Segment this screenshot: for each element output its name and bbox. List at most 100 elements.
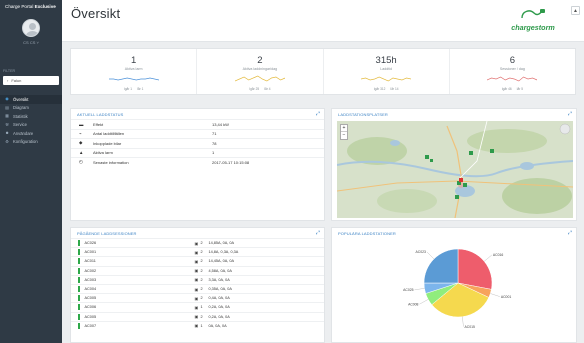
status-indicator [78, 286, 80, 293]
panel-title: LADDSTATIONSPLATSER [338, 111, 388, 117]
session-row[interactable]: AC002 ▣ 2 4,58A, 0A, 0A [71, 265, 324, 275]
pie-slice-ac016[interactable] [457, 248, 493, 290]
sidebar-item-konfiguration[interactable]: ⚙ Konfiguration [0, 138, 62, 147]
pie-label-connector [419, 299, 429, 305]
session-current: 0,35A, 0A, 0A [208, 287, 232, 292]
panel-title: AKTUELL LADDSTATUS [77, 111, 124, 117]
sidebar-item-label: Diagram [13, 105, 29, 111]
stat-footer: Igår 46 Iår 5 [450, 87, 575, 91]
wrench-icon: ⚒ [5, 121, 9, 127]
station-map[interactable]: + − [337, 121, 573, 218]
pie-label: AC023 [416, 250, 426, 254]
expand-icon[interactable]: ⤢ [568, 111, 572, 117]
status-row: ⌁ Antal laddtillfällen 71 [71, 128, 324, 139]
session-station: AC011 [84, 259, 96, 264]
sparkline [487, 76, 538, 82]
sidebar: Charge Portal Exclusive CS CS ˅ Filter ›… [0, 0, 62, 343]
sparkline [234, 75, 285, 82]
session-station: AC003 [84, 277, 97, 282]
session-current: 14,8A, 0,3A, 0,3A [208, 250, 239, 255]
status-indicator [78, 258, 80, 265]
sidebar-item-label: Statistik [13, 113, 28, 119]
filter-select[interactable]: › Falun [3, 76, 59, 85]
pie-label-connector [484, 254, 492, 262]
sidebar-item-label: Användare [13, 130, 34, 136]
status-label: Inkopplade bilar [93, 140, 122, 146]
stat-footer: Igår 1 Iår 1 [71, 87, 196, 91]
stat-yesterday: Igår 312 [373, 87, 386, 91]
stat-label: Laddtid [380, 67, 393, 71]
status-value: 2017-05-17 10:15:08 [212, 159, 250, 165]
username-dropdown[interactable]: CS CS ˅ [0, 40, 62, 45]
session-current: 14,85A, 0A, 0A [208, 241, 235, 246]
clock-icon: ◴ [79, 159, 83, 165]
pie-label: AC016 [493, 253, 503, 257]
sidebar-item-label: Översikt [13, 96, 29, 102]
session-connectors: 2 [200, 268, 203, 273]
session-station: AC001 [84, 250, 97, 255]
chevron-right-icon: › [7, 78, 9, 83]
status-indicator [78, 267, 80, 274]
sidebar-item-diagram[interactable]: ▤ Diagram [0, 104, 62, 113]
expand-icon[interactable]: ⤢ [316, 111, 320, 117]
status-indicator [78, 322, 80, 329]
session-row[interactable]: AC004 ▣ 2 0,35A, 0A, 0A [71, 283, 324, 293]
session-row[interactable]: AC001 ▣ 2 14,8A, 0,3A, 0,3A [71, 247, 324, 256]
sidebar-item-versikt[interactable]: ◉ Översikt [0, 95, 62, 104]
status-value: 71 [212, 131, 217, 137]
sparkline [108, 77, 159, 81]
stat-value: 2 [257, 55, 263, 66]
pie-label: AC001 [501, 295, 511, 299]
session-row[interactable]: AC007 ▣ 1 0A, 0A, 0A [71, 320, 324, 330]
page-title: Översikt [71, 6, 121, 21]
status-value: 78 [212, 140, 217, 146]
session-row[interactable]: AC026 ▣ 2 14,85A, 0A, 0A [71, 238, 324, 247]
table-icon: ▦ [5, 113, 9, 119]
expand-icon[interactable]: ⤢ [568, 230, 572, 236]
expand-icon[interactable]: ⤢ [316, 230, 320, 236]
session-connectors: 2 [200, 277, 203, 282]
session-row[interactable]: AC005 ▣ 2 0,4A, 0A, 0A [71, 293, 324, 302]
status-value: 1 [212, 150, 215, 156]
panel-title: POPULÄRA LADDSTATIONER [338, 230, 396, 236]
session-current: 0,2A, 0A, 0A [208, 314, 230, 319]
session-current: 0A, 0A, 0A [208, 323, 227, 328]
charging-status-panel: AKTUELL LADDSTATUS ⤢ ▬ Effekt 13,44 kW ⌁ Ant… [70, 108, 325, 221]
session-station: AC005 [84, 296, 97, 301]
sidebar-item-anvndare[interactable]: ☻ Användare [0, 129, 62, 138]
popular-stations-pie-chart: AC016 AC001 AC015 AC008 AC025 AC023 [403, 248, 511, 329]
sidebar-item-statistik[interactable]: ▦ Statistik [0, 112, 62, 121]
stat-year: Iår 14 [390, 87, 399, 91]
session-row[interactable]: AC011 ▣ 2 14,45A, 0A, 0A [71, 256, 324, 265]
station-map-panel: LADDSTATIONSPLATSER ⤢ + − [331, 108, 577, 221]
session-connectors: 1 [200, 305, 203, 310]
stat-value: 315h [375, 55, 397, 66]
avatar[interactable] [22, 19, 40, 37]
pie-label-connector [490, 293, 500, 297]
pie-label: AC025 [403, 288, 413, 292]
users-icon: ☻ [5, 130, 10, 136]
map-zoom-control: + − [340, 124, 348, 140]
sidebar-item-service[interactable]: ⚒ Service [0, 121, 62, 130]
session-row[interactable]: AC006 ▣ 1 0,2A, 0A, 0A [71, 302, 324, 311]
gear-icon: ⚙ [5, 138, 9, 144]
zoom-in-button[interactable]: + [341, 125, 347, 132]
session-station: AC006 [84, 305, 97, 310]
stat-year: Iår 1 [137, 87, 144, 91]
stat-label: Aktiva larm [124, 67, 143, 71]
user-menu-button[interactable]: ▲ [571, 6, 580, 15]
pie-label-connector [426, 251, 435, 260]
sparkline [361, 76, 412, 82]
chargestorm-logo: chargestorm [510, 8, 556, 32]
logo-plug-icon [521, 9, 545, 19]
header: Översikt chargestorm ▲ [62, 0, 584, 42]
car-icon: ◆ [79, 140, 83, 146]
session-row[interactable]: AC005 ▣ 2 0,2A, 0A, 0A [71, 311, 324, 321]
stat-label: Sessioner / dag [499, 67, 525, 71]
eye-icon: ◉ [5, 96, 9, 102]
session-row[interactable]: AC003 ▣ 2 3,3A, 0A, 0A [71, 274, 324, 284]
session-station: AC005 [84, 314, 97, 319]
zoom-out-button[interactable]: − [341, 132, 347, 139]
battery-icon: ▬ [79, 121, 84, 127]
sidebar-item-label: Service [13, 122, 27, 128]
